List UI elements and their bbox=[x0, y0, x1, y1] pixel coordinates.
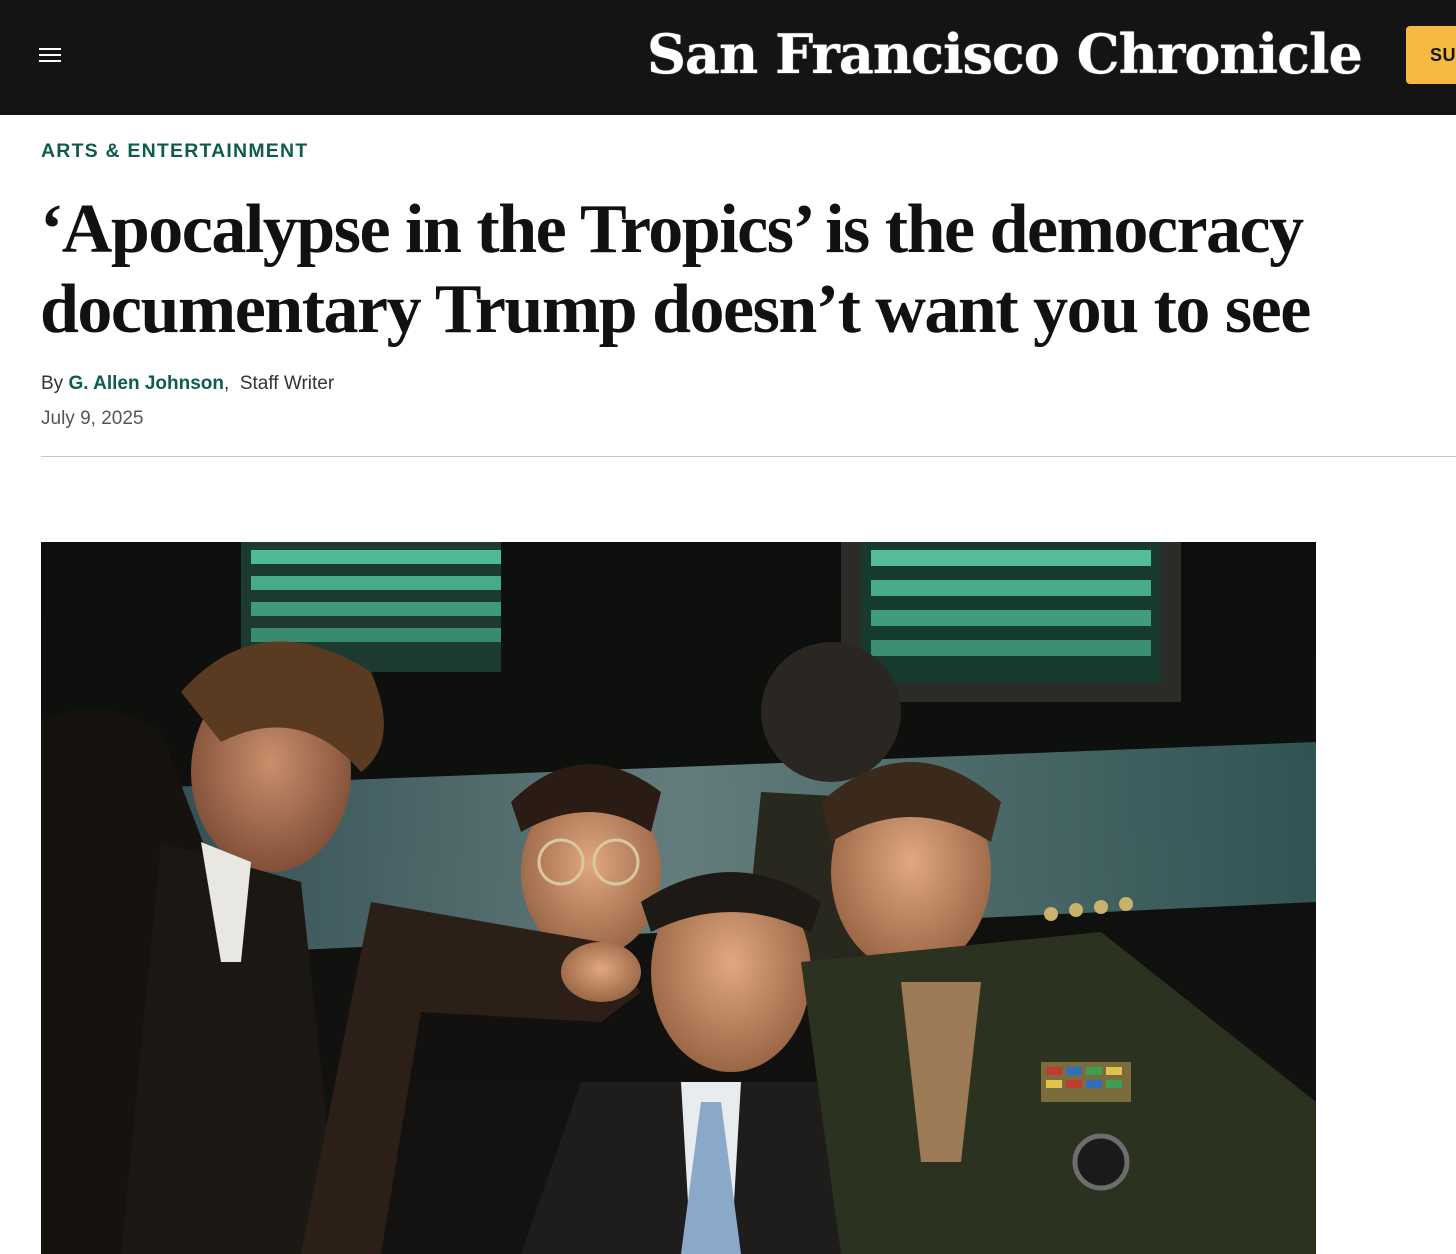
site-header: San Francisco Chronicle SU bbox=[0, 0, 1456, 115]
headline-line: ‘Apocalypse in the Tropics’ is the democ… bbox=[40, 191, 1304, 268]
hamburger-menu-icon[interactable] bbox=[30, 38, 70, 72]
section-link[interactable]: ARTS & ENTERTAINMENT bbox=[41, 138, 308, 164]
author-role: Staff Writer bbox=[239, 373, 335, 394]
header-divider bbox=[41, 456, 1456, 457]
byline: By G. Allen Johnson, Staff Writer bbox=[41, 371, 334, 397]
byline-separator: , bbox=[224, 373, 230, 394]
site-logo[interactable]: San Francisco Chronicle bbox=[647, 18, 1363, 90]
lead-photo-illustration bbox=[41, 542, 1316, 1254]
publish-date: July 9, 2025 bbox=[41, 408, 144, 429]
byline-prefix: By bbox=[41, 373, 64, 394]
author-link[interactable]: G. Allen Johnson bbox=[68, 373, 224, 394]
headline-line: documentary Trump doesn’t want you to se… bbox=[40, 271, 1311, 348]
subscribe-button[interactable]: SU bbox=[1406, 26, 1456, 84]
article-headline: ‘Apocalypse in the Tropics’ is the democ… bbox=[40, 190, 1456, 350]
lead-photo[interactable] bbox=[41, 542, 1316, 1254]
